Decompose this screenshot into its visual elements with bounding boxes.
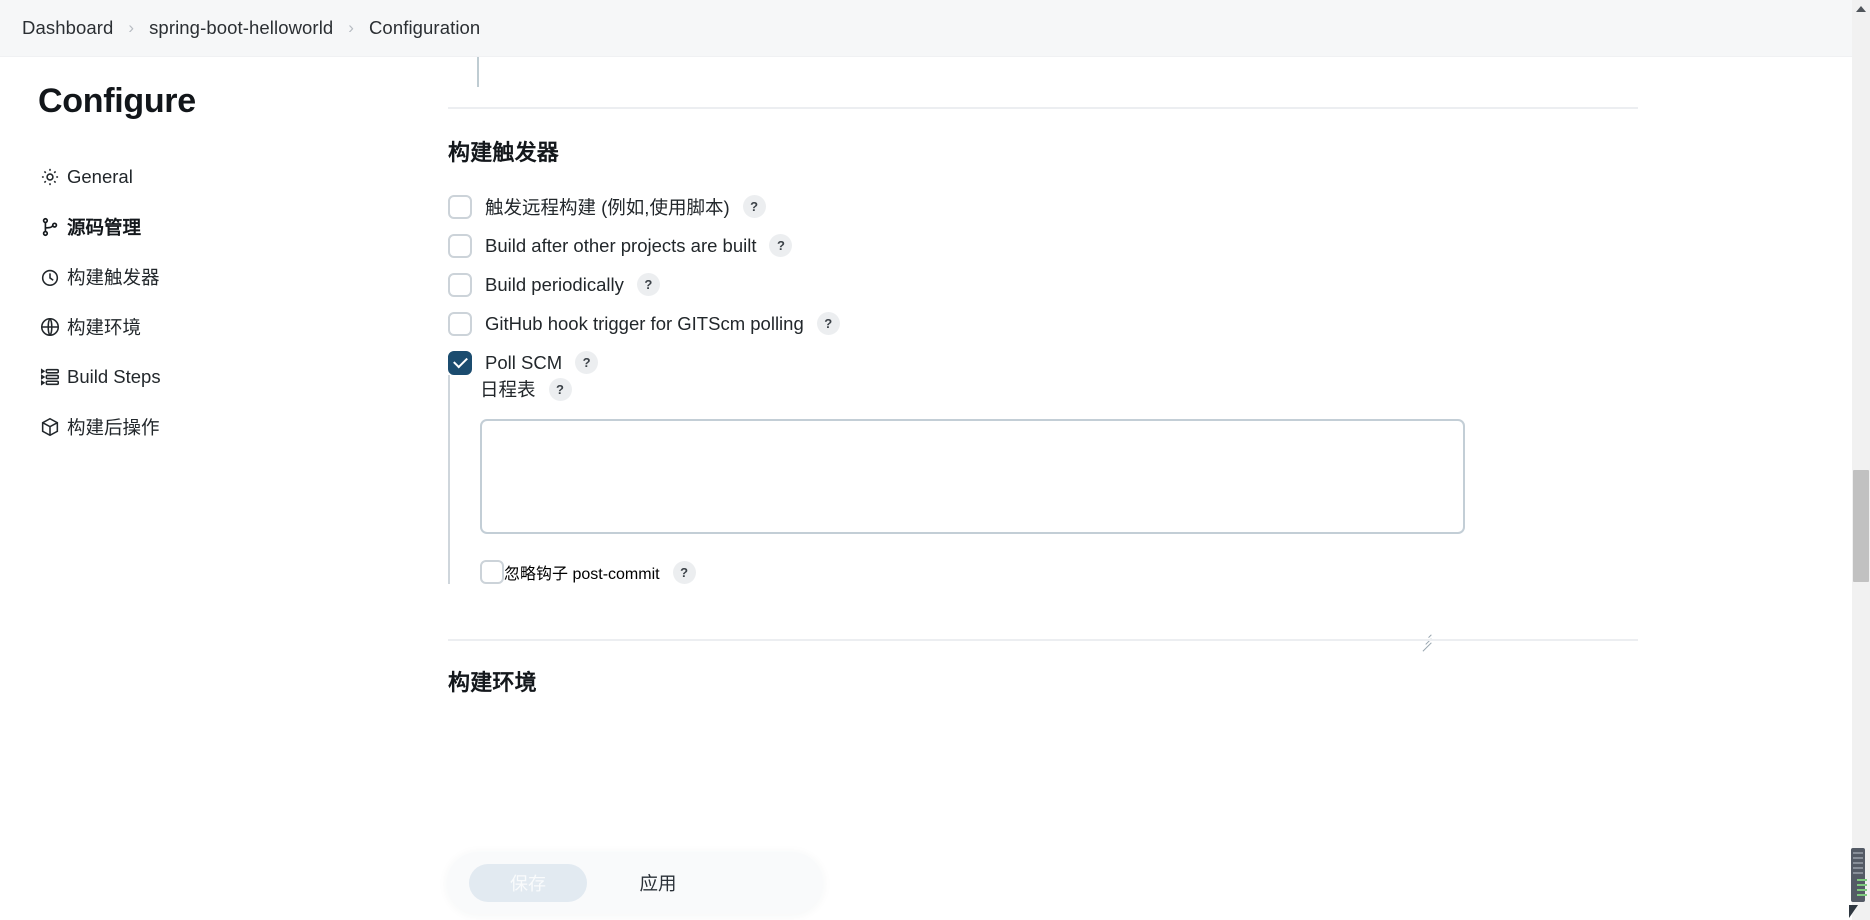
- help-icon[interactable]: ?: [742, 195, 766, 218]
- sidebar-item-label: 源码管理: [67, 217, 142, 238]
- help-icon[interactable]: ?: [816, 312, 840, 335]
- checkbox-ignore-post-commit-hooks[interactable]: [480, 560, 504, 584]
- trigger-label: 触发远程构建 (例如,使用脚本): [485, 196, 730, 218]
- section-divider-bottom: [448, 639, 1638, 641]
- section-indent-line: [477, 57, 479, 87]
- help-icon[interactable]: ?: [548, 377, 572, 401]
- breadcrumb-item-dashboard[interactable]: Dashboard: [22, 17, 113, 39]
- trigger-label: GitHub hook trigger for GITScm polling: [485, 312, 804, 334]
- help-icon[interactable]: ?: [672, 560, 696, 584]
- apply-button[interactable]: 应用: [599, 864, 717, 902]
- checkbox-trigger-poll-scm[interactable]: [448, 350, 472, 375]
- sidebar-item-source-code-management[interactable]: 源码管理: [38, 211, 288, 243]
- schedule-input[interactable]: [480, 419, 1465, 534]
- checkbox-trigger-build-after-other-projects[interactable]: [448, 233, 472, 258]
- sidebar-item-general[interactable]: General: [38, 161, 288, 193]
- textarea-resize-handle[interactable]: [1419, 630, 1432, 652]
- build-environment-heading: 构建环境: [448, 670, 537, 695]
- build-triggers-heading: 构建触发器: [448, 140, 560, 165]
- breadcrumb: Dashboard › spring-boot-helloworld › Con…: [0, 0, 1852, 57]
- sidebar-item-label: 构建环境: [67, 317, 142, 338]
- checkbox-trigger-remote-build[interactable]: [448, 194, 472, 219]
- list-steps-icon: [38, 365, 62, 389]
- clock-icon: [38, 265, 62, 289]
- schedule-label-row: 日程表 ?: [480, 375, 1558, 403]
- checkbox-trigger-github-hook[interactable]: [448, 311, 472, 336]
- section-divider-top: [448, 107, 1638, 109]
- help-icon[interactable]: ?: [769, 234, 793, 257]
- trigger-row-build-after-other-projects: Build after other projects are built ?: [448, 226, 1548, 265]
- cursor-glyph-body: [1851, 848, 1867, 902]
- package-icon: [38, 415, 62, 439]
- sidebar-item-post-build-actions[interactable]: 构建后操作: [38, 411, 288, 443]
- cursor-pointer-icon: [1849, 905, 1858, 918]
- poll-scm-settings: 日程表 ? 忽略钩子 post-commit ?: [448, 375, 1558, 652]
- trigger-label: Build after other projects are built: [485, 234, 757, 256]
- trigger-label: Poll SCM: [485, 351, 563, 373]
- page-title: Configure: [38, 82, 196, 120]
- breadcrumb-separator-icon: ›: [128, 18, 135, 37]
- form-action-bar: 保存 应用: [447, 852, 823, 914]
- trigger-row-github-hook: GitHub hook trigger for GITScm polling ?: [448, 304, 1548, 343]
- globe-icon: [38, 315, 62, 339]
- trigger-label: Build periodically: [485, 273, 624, 295]
- sidebar-item-label: General: [67, 166, 133, 187]
- ignore-post-commit-label: 忽略钩子 post-commit: [504, 566, 660, 583]
- jenkins-configure-page: Dashboard › spring-boot-helloworld › Con…: [0, 0, 1870, 920]
- page-body: Configure General 源码管理 构建触发器 构建环境 Build …: [0, 57, 1852, 920]
- ignore-post-commit-row: 忽略钩子 post-commit ?: [480, 560, 1558, 584]
- breadcrumb-item-project[interactable]: spring-boot-helloworld: [149, 17, 333, 39]
- save-button[interactable]: 保存: [469, 864, 587, 902]
- mouse-cursor-icon: [1847, 848, 1869, 920]
- source-branch-icon: [38, 215, 62, 239]
- gear-icon: [38, 165, 62, 189]
- page-scrollbar[interactable]: [1849, 0, 1870, 920]
- sidebar-item-label: 构建触发器: [67, 267, 160, 288]
- checkbox-trigger-build-periodically[interactable]: [448, 272, 472, 297]
- sidebar-item-build-triggers[interactable]: 构建触发器: [38, 261, 288, 293]
- schedule-label: 日程表: [480, 379, 536, 400]
- sidebar-item-label: Build Steps: [67, 366, 161, 387]
- trigger-row-build-periodically: Build periodically ?: [448, 265, 1548, 304]
- sidebar-item-build-environment[interactable]: 构建环境: [38, 311, 288, 343]
- help-icon[interactable]: ?: [575, 351, 599, 374]
- sidebar-item-label: 构建后操作: [67, 417, 160, 438]
- sidebar-nav: General 源码管理 构建触发器 构建环境 Build Steps 构建后操…: [0, 161, 420, 443]
- trigger-row-remote-build: 触发远程构建 (例如,使用脚本) ?: [448, 187, 1548, 226]
- breadcrumb-separator-icon: ›: [348, 18, 354, 37]
- breadcrumb-item-configuration[interactable]: Configuration: [369, 17, 480, 39]
- sidebar-item-build-steps[interactable]: Build Steps: [38, 361, 288, 393]
- scroll-up-arrow-icon[interactable]: [1856, 6, 1866, 12]
- help-icon[interactable]: ?: [636, 273, 660, 296]
- sidebar: Configure General 源码管理 构建触发器 构建环境 Build …: [0, 57, 420, 461]
- build-triggers-list: 触发远程构建 (例如,使用脚本) ? Build after other pro…: [448, 187, 1548, 382]
- scrollbar-thumb[interactable]: [1853, 470, 1869, 582]
